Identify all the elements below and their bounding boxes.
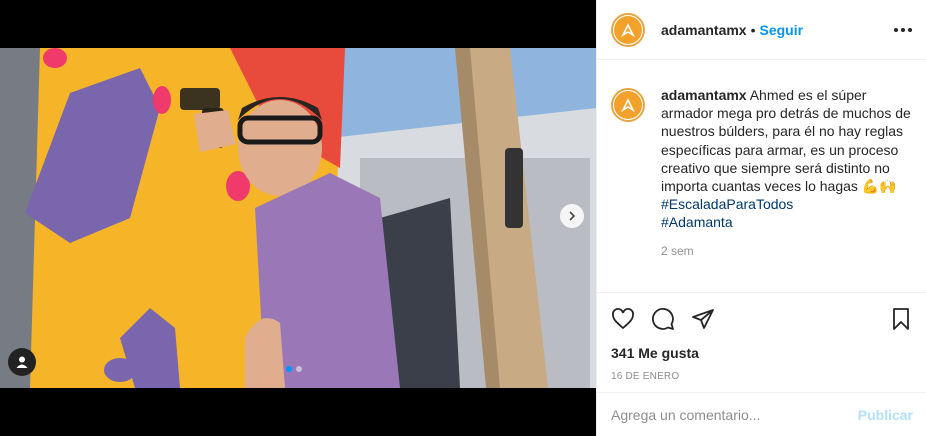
follow-button[interactable]: Seguir <box>760 22 804 38</box>
caption-timestamp[interactable]: 2 sem <box>661 242 913 260</box>
more-icon[interactable] <box>894 27 912 32</box>
carousel-dots <box>286 366 302 372</box>
photo-illustration <box>0 48 596 388</box>
share-icon[interactable] <box>691 307 715 331</box>
hashtag-link[interactable]: #Adamanta <box>661 214 733 230</box>
action-icons <box>611 305 913 333</box>
header-separator: • <box>750 21 756 38</box>
header-username[interactable]: adamantamx <box>661 22 747 38</box>
caption-avatar[interactable] <box>611 88 645 122</box>
caption-text-block: adamantamx Ahmed es el súper armador meg… <box>661 86 913 292</box>
caption-username[interactable]: adamantamx <box>661 87 747 103</box>
avatar[interactable] <box>611 12 645 47</box>
heart-icon[interactable] <box>611 307 635 331</box>
post-photo <box>0 48 596 388</box>
post-media <box>0 0 596 436</box>
post-date[interactable]: 16 DE ENERO <box>611 371 913 382</box>
caption-area: adamantamx Ahmed es el súper armador meg… <box>597 60 926 292</box>
likes-count[interactable]: 341 Me gusta <box>611 345 913 361</box>
post-panel: adamantamx • Seguir adamantamx Ahmed es … <box>596 0 926 436</box>
post-header: adamantamx • Seguir <box>597 0 926 60</box>
bookmark-icon[interactable] <box>889 307 913 331</box>
user-tag-icon <box>16 356 28 368</box>
hashtag-link[interactable]: #EscaladaParaTodos <box>661 196 793 212</box>
carousel-next-button[interactable] <box>560 204 584 228</box>
carousel-dot-active <box>286 366 292 372</box>
chevron-right-icon <box>569 211 576 221</box>
comment-box: Publicar <box>597 392 926 436</box>
comment-icon[interactable] <box>651 307 675 331</box>
next-comment: ... <box>661 282 913 292</box>
actions-section: 341 Me gusta 16 DE ENERO <box>597 292 926 382</box>
brand-logo-icon <box>614 15 642 44</box>
brand-logo-icon <box>614 91 642 119</box>
caption-body: Ahmed es el súper armador mega pro detrá… <box>661 87 911 195</box>
user-tag-button[interactable] <box>8 348 36 376</box>
carousel-dot <box>296 366 302 372</box>
caption: adamantamx Ahmed es el súper armador meg… <box>611 86 913 292</box>
next-comment-text: ... <box>681 282 693 292</box>
publish-button[interactable]: Publicar <box>858 407 913 423</box>
comment-input[interactable] <box>611 406 858 423</box>
